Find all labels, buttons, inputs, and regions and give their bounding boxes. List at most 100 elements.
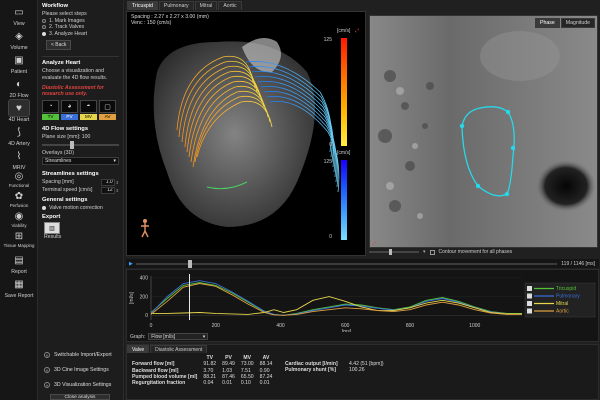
scale1-min: 0	[329, 142, 332, 148]
results-panel: Valve Diastolic Assessment TV PV MV AV Forw…	[126, 344, 599, 400]
slider-handle[interactable]	[70, 140, 74, 149]
spacing-label: Spacing [mm]	[42, 178, 74, 185]
3d-view[interactable]: Spacing : 2.27 x 2.27 x 3.00 (mm) Venc :…	[126, 11, 366, 256]
streamlines-title: Streamlines settings	[42, 170, 99, 177]
contour-controls: ▾ Contour movement for all phases	[369, 248, 598, 256]
perfusion-icon: ✿	[14, 190, 24, 202]
nav-4d-heart[interactable]: ♥ 4D Heart	[0, 99, 38, 123]
series-line-aortic	[150, 283, 522, 316]
spacing-input[interactable]	[100, 178, 115, 186]
overlays-select[interactable]: Streamlines ▾	[42, 156, 119, 165]
y-tick-label: 0	[145, 313, 148, 319]
nav-view[interactable]: ▭ View	[0, 4, 38, 28]
functional-icon: ◎	[14, 170, 24, 182]
pulmonary-shunt-label: Pulmonary shunt [%]	[285, 367, 336, 374]
results-export-label: Results	[44, 234, 62, 241]
x-axis-label: [ms]	[342, 329, 352, 332]
radio-checked-icon	[42, 32, 46, 37]
scale1-max: 125	[323, 37, 332, 43]
expand-icon[interactable]: ⤢	[355, 28, 359, 34]
nav-perfusion[interactable]: ✿ Perfusion	[0, 190, 38, 209]
play-icon[interactable]: ▶	[129, 261, 133, 267]
nav-2d-flow[interactable]: ◐ 2D Flow	[0, 76, 38, 100]
nav-report[interactable]: ▤ Report	[0, 252, 38, 276]
thumb-av[interactable]: ▢	[99, 100, 116, 114]
contour-slider[interactable]	[369, 249, 419, 255]
graph-label: Graph:	[130, 333, 146, 340]
tab-tricuspid[interactable]: Tricuspid	[127, 1, 158, 10]
chevron-down-icon[interactable]: ▾	[423, 249, 426, 255]
cube-icon: ◈	[15, 30, 23, 42]
flow-chart-panel: 0 200 400 0 200 400 600 800 1000 [ml/s] [ms] Tricus…	[126, 269, 599, 342]
viability-icon: ◉	[14, 210, 24, 222]
tab-aortic[interactable]: Aortic	[218, 1, 242, 10]
valve-motion-checkbox[interactable]: Valve motion correction	[42, 205, 119, 212]
flow-chart[interactable]: 02004000 200 400 600 800 1000[ml/s][ms]Tricus…	[127, 270, 600, 332]
y-axis-label: [ml/s]	[129, 291, 135, 304]
nav-viability[interactable]: ◉ Viability	[0, 210, 38, 229]
plane-size-slider[interactable]	[42, 140, 119, 149]
main-area: Tricuspid Pulmonary Mitral Aortic Spacin…	[125, 0, 600, 400]
view-mode-tabs: Phase Magnitude	[535, 18, 596, 28]
timeline-bar: ▶ 119 / 1146 [ms]	[126, 259, 599, 268]
overlays-value: Streamlines	[45, 157, 72, 164]
step-mark-images[interactable]: 1. Mark Images	[42, 18, 119, 25]
tag-tv[interactable]: TV	[42, 114, 59, 121]
tab-phase[interactable]: Phase	[535, 18, 560, 28]
scale2-min: 0	[329, 234, 332, 240]
expand-icon[interactable]: ⤢	[372, 241, 376, 247]
nav-save-report[interactable]: ▦ Save Report	[0, 276, 38, 300]
export-title: Export	[42, 214, 61, 221]
y-tick-label: 400	[140, 276, 149, 282]
nav-4d-artery[interactable]: ⟆ 4D Artery	[0, 124, 38, 148]
nav-mriv[interactable]: ⌇ MRIV	[0, 148, 38, 172]
nav-tissue-mapping[interactable]: ⊞ Tissue Mapping	[0, 230, 38, 249]
nav-patient[interactable]: ▣ Patient	[0, 52, 38, 76]
tab-diastolic[interactable]: Diastolic Assessment	[150, 345, 208, 353]
y-tick-label: 200	[140, 294, 149, 300]
tag-av[interactable]: AV	[99, 114, 116, 121]
tab-pulmonary[interactable]: Pulmonary	[158, 1, 194, 10]
graph-select[interactable]: Flow [ml/s] ▾	[148, 333, 209, 340]
results-table: TV PV MV AV Forward flow [ml] 91.82 89.49 73.0…	[129, 355, 275, 386]
accordion-3d-visualization[interactable]: ˅ 3D Visualization Settings	[38, 382, 124, 388]
time-slider[interactable]	[135, 259, 558, 268]
monitor-icon: ▭	[14, 6, 24, 18]
contour-label: Contour movement for all phases	[438, 249, 513, 255]
flow-settings-title: 4D Flow settings	[42, 126, 89, 133]
nav-volume[interactable]: ◈ Volume	[0, 28, 38, 52]
accordion-import-export[interactable]: ˅ Switchable Import/Export	[38, 352, 124, 358]
back-button[interactable]: < Back	[46, 40, 72, 51]
tab-valve[interactable]: Valve	[127, 345, 150, 353]
artery-icon: ⟆	[17, 126, 21, 138]
legend-checkbox-icon	[527, 301, 532, 306]
tab-mitral[interactable]: Mitral	[194, 1, 218, 10]
spinner-icon[interactable]: ⇕	[116, 188, 119, 193]
nav-functional[interactable]: ◎ Functional	[0, 170, 38, 189]
terminal-speed-input[interactable]	[100, 186, 115, 194]
step-track-valves[interactable]: 2. Track Valves	[42, 24, 119, 31]
results-export-icon[interactable]: ▥	[44, 222, 60, 235]
thumb-mv[interactable]: ◓	[80, 100, 97, 114]
time-slider-handle[interactable]	[187, 259, 192, 268]
tab-magnitude[interactable]: Magnitude	[560, 18, 595, 28]
x-tick-label: 1000	[469, 323, 480, 329]
legend-entry: Mitral	[556, 301, 568, 307]
phase-image	[370, 16, 597, 247]
thumb-tv[interactable]: ◔	[42, 100, 59, 114]
workflow-prompt: Please select steps	[42, 11, 87, 17]
tag-pv[interactable]: PV	[61, 114, 78, 121]
tag-mv[interactable]: MV	[80, 114, 97, 121]
analyze-desc-1: Choose a visualization and	[42, 68, 105, 75]
spinner-icon[interactable]: ⇕	[116, 180, 119, 185]
2d-phase-view[interactable]: Phase Magnitude ⤢	[369, 15, 598, 248]
step-analyze-heart[interactable]: 3. Analyze Heart	[42, 31, 119, 38]
accordion-cine-settings[interactable]: ˅ 3D Cine Image Settings	[38, 367, 124, 373]
overlays-label: Overlays (3D)	[42, 149, 74, 156]
contour-checkbox[interactable]	[429, 249, 435, 255]
terminal-speed-label: Terminal speed [cm/s]	[42, 186, 93, 193]
thumb-pv[interactable]: ◕	[61, 100, 78, 114]
close-analysis-button[interactable]: Close analysis	[50, 394, 110, 400]
legend-entry: Pulmonary	[556, 294, 580, 300]
legend-checkbox-icon	[527, 286, 532, 291]
